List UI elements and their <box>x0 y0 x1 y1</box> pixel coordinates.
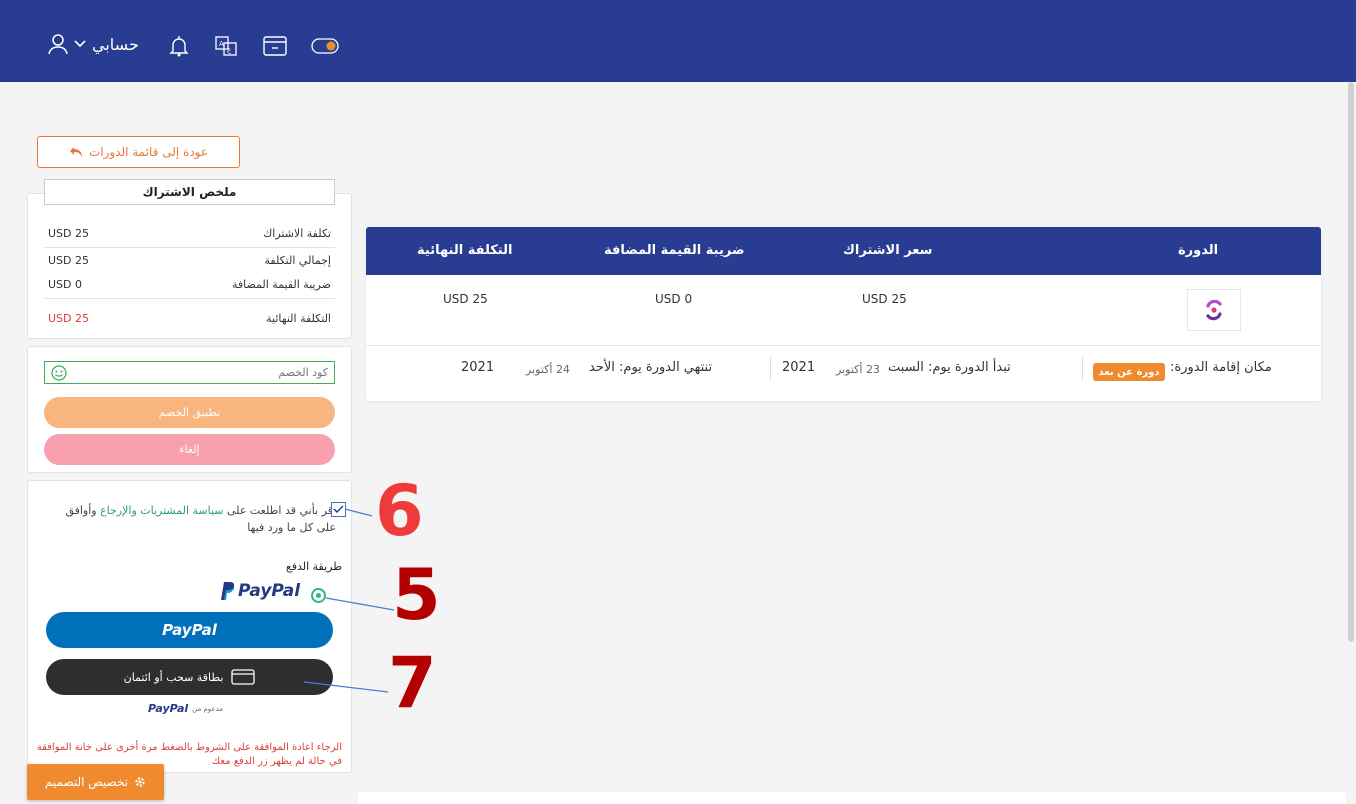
callout-7: 7 <box>388 642 437 724</box>
callout-5: 5 <box>392 554 441 636</box>
callout-6: 6 <box>375 470 424 552</box>
annotation-lines <box>303 508 395 693</box>
footer-strip <box>358 792 1346 804</box>
